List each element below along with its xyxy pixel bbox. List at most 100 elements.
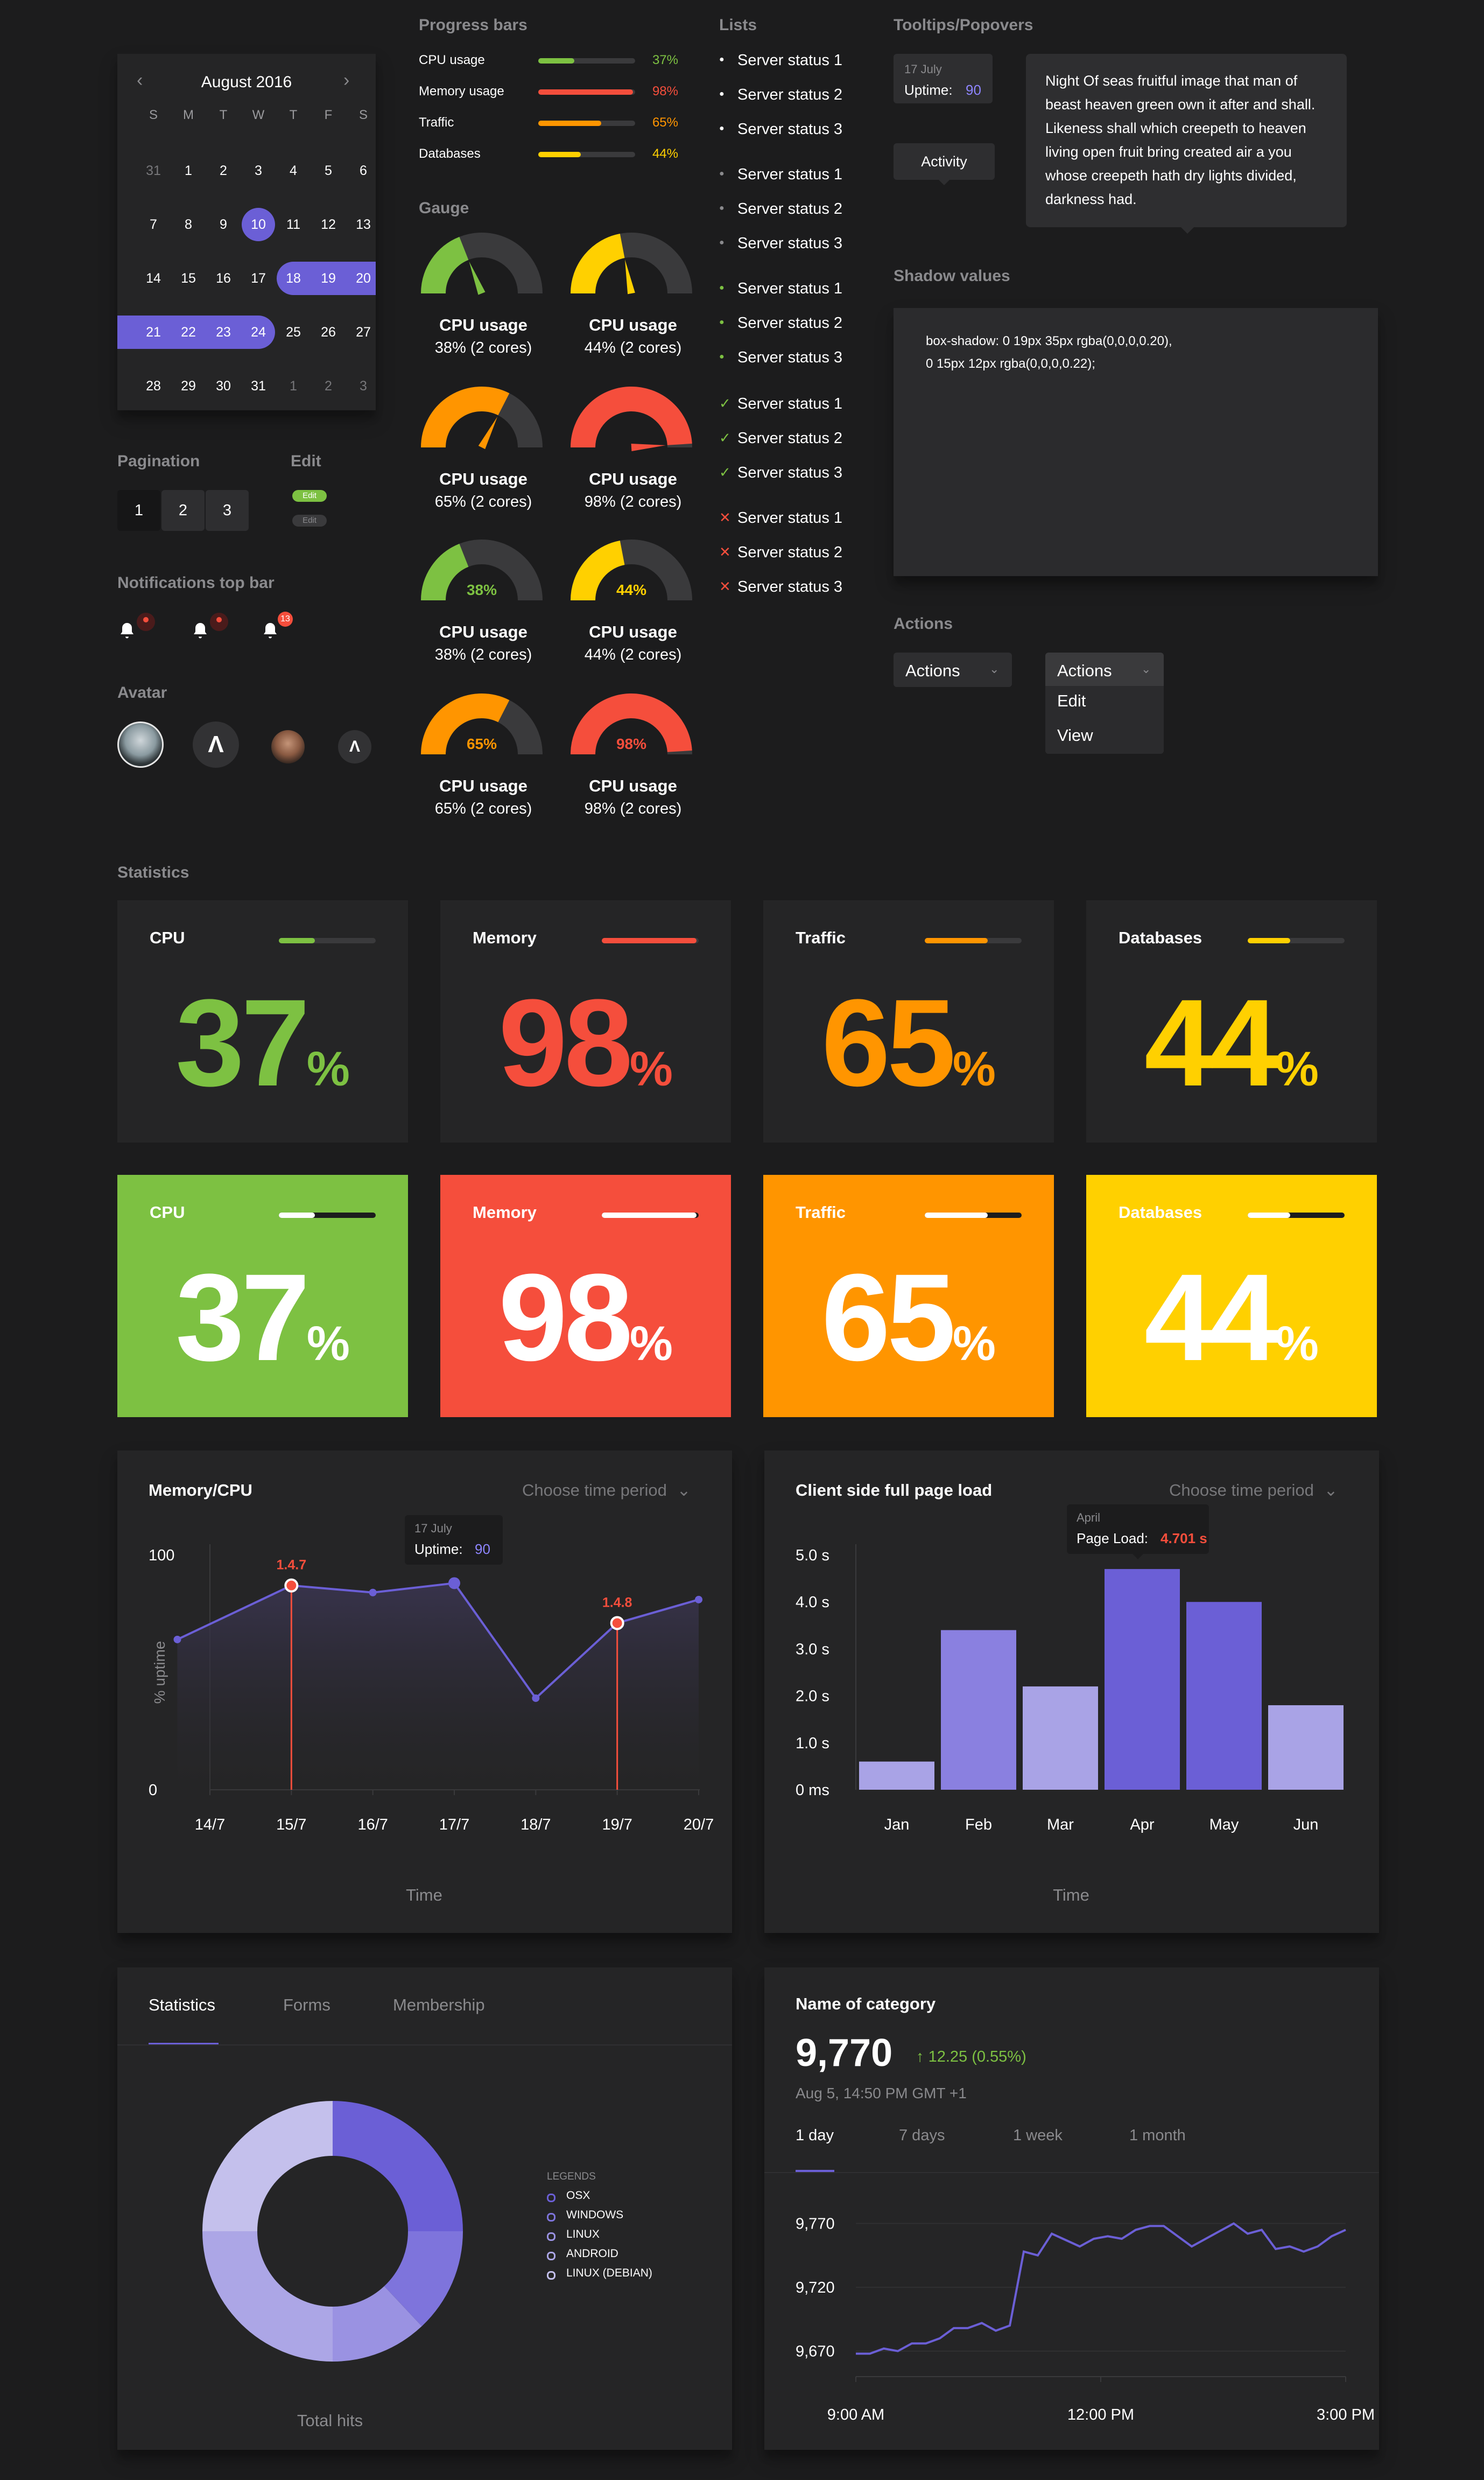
calendar-day[interactable]: 6 xyxy=(347,154,380,187)
list-item: Server status 2 xyxy=(737,86,843,103)
x-tick-label: 18/7 xyxy=(521,1816,551,1833)
tooltip-value: 4.701 s xyxy=(1161,1530,1207,1546)
activity-button[interactable]: Activity xyxy=(894,143,995,180)
calendar-day[interactable]: 28 xyxy=(137,369,170,403)
gauge-subtitle: 65% (2 cores) xyxy=(434,493,532,510)
calendar-day[interactable]: 5 xyxy=(312,154,345,187)
series-line xyxy=(856,2222,1346,2355)
calendar-day[interactable]: 11 xyxy=(277,208,310,241)
actions-dropdown-open[interactable]: Actions ⌄ Edit View xyxy=(1045,653,1164,754)
calendar-day[interactable]: 1 xyxy=(277,369,310,403)
legend-marker xyxy=(547,2213,555,2222)
gauge-title: CPU usage xyxy=(589,470,677,488)
page-2-button[interactable]: 2 xyxy=(161,490,205,531)
gauge-label: 38% xyxy=(467,582,497,598)
calendar-day[interactable]: 13 xyxy=(347,208,380,241)
progress-fill xyxy=(538,121,601,126)
avatar-logo-large[interactable]: Λ xyxy=(193,721,239,768)
stat-card-value: 98% xyxy=(440,981,731,1131)
edit-button-active[interactable]: Edit xyxy=(292,490,327,502)
calendar-day[interactable]: 7 xyxy=(137,208,170,241)
calendar-day[interactable]: 19 xyxy=(312,262,345,295)
donut-caption: Total hits xyxy=(297,2411,363,2430)
stat-card-percent: % xyxy=(1275,1042,1319,1096)
calendar-day[interactable]: 8 xyxy=(172,208,205,241)
x-tick-label: 16/7 xyxy=(357,1816,388,1833)
calendar-day[interactable]: 30 xyxy=(207,369,240,403)
avatar-photo-large[interactable] xyxy=(117,721,164,768)
gauge-needle xyxy=(631,444,666,451)
calendar-day[interactable]: 10 xyxy=(242,208,275,241)
calendar-day[interactable]: 23 xyxy=(207,316,240,349)
progress-fill xyxy=(538,89,634,95)
calendar-day[interactable]: 25 xyxy=(277,316,310,349)
x-tick-label: 3:00 PM xyxy=(1317,2406,1375,2423)
tooltip-label: Page Load: xyxy=(1077,1530,1148,1546)
calendar-day[interactable]: 12 xyxy=(312,208,345,241)
stat-card-percent: % xyxy=(629,1042,673,1096)
y-tick-label: 3.0 s xyxy=(796,1641,829,1658)
list-item: Server status 1 xyxy=(737,280,843,297)
actions-dropdown[interactable]: Actions ⌄ xyxy=(894,653,1012,687)
calendar-day[interactable]: 22 xyxy=(172,316,205,349)
calendar-day[interactable]: 20 xyxy=(347,262,380,295)
stat-card-percent: % xyxy=(306,1317,350,1371)
calendar-day[interactable]: 17 xyxy=(242,262,275,295)
gauge-svg: 44% xyxy=(571,540,692,601)
calendar-day[interactable]: 1 xyxy=(172,154,205,187)
calendar-day[interactable]: 29 xyxy=(172,369,205,403)
gauge-label: 65% xyxy=(467,735,497,752)
calendar-day[interactable]: 9 xyxy=(207,208,240,241)
gauge-subtitle: 38% (2 cores) xyxy=(434,339,532,356)
x-tick-label: Apr xyxy=(1130,1816,1154,1833)
shadow-code-line1: box-shadow: 0 19px 35px rgba(0,0,0,0.20)… xyxy=(926,334,1172,348)
edit-heading: Edit xyxy=(291,452,321,470)
avatar-logo-small[interactable]: Λ xyxy=(338,730,371,763)
calendar-day[interactable]: 21 xyxy=(137,316,170,349)
calendar-day[interactable]: 2 xyxy=(312,369,345,403)
calendar-day[interactable]: 16 xyxy=(207,262,240,295)
calendar-day[interactable]: 14 xyxy=(137,262,170,295)
notification-bell-3[interactable]: 13 xyxy=(261,612,293,647)
shadow-sample: box-shadow: 0 19px 35px rgba(0,0,0,0.20)… xyxy=(894,308,1378,576)
notification-bell-1[interactable] xyxy=(117,613,155,647)
menu-item-edit[interactable]: Edit xyxy=(1057,691,1086,711)
progress-track xyxy=(538,58,635,64)
calendar-day[interactable]: 15 xyxy=(172,262,205,295)
calendar-day[interactable]: 2 xyxy=(207,154,240,187)
calendar-weekday: M xyxy=(183,108,194,122)
chevron-right-icon[interactable]: › xyxy=(343,70,349,91)
stat-card-track xyxy=(925,938,1022,943)
stat-card-track xyxy=(1248,1213,1345,1218)
legend-item: LINUX (DEBIAN) xyxy=(566,2267,652,2279)
stat-card-track xyxy=(925,1213,1022,1218)
calendar-day[interactable]: 27 xyxy=(347,316,380,349)
calendar-day[interactable]: 3 xyxy=(242,154,275,187)
gauge-title: CPU usage xyxy=(439,622,528,641)
calendar-day[interactable]: 26 xyxy=(312,316,345,349)
page-3-button[interactable]: 3 xyxy=(206,490,249,531)
stat-card-number: 98 xyxy=(498,1248,633,1386)
bell-icon xyxy=(194,623,207,639)
list-item: Server status 2 xyxy=(737,430,843,447)
bell-icon xyxy=(121,623,133,639)
calendar-day[interactable]: 4 xyxy=(277,154,310,187)
avatar-photo-small[interactable] xyxy=(271,730,305,763)
calendar-day[interactable]: 24 xyxy=(242,316,275,349)
calendar-day[interactable]: 3 xyxy=(347,369,380,403)
calendar-day[interactable]: 18 xyxy=(277,262,310,295)
page-1-button[interactable]: 1 xyxy=(117,490,160,531)
gauge-svg: 98% xyxy=(571,693,692,755)
edit-button-disabled[interactable]: Edit xyxy=(292,515,327,527)
notifications-heading: Notifications top bar xyxy=(117,574,275,592)
memory-cpu-card: Memory/CPU Choose time period ⌄ 100 0% up… xyxy=(117,1451,732,1933)
calendar-day[interactable]: 31 xyxy=(242,369,275,403)
menu-item-view[interactable]: View xyxy=(1057,726,1093,745)
bar xyxy=(941,1630,1016,1790)
gauge-svg xyxy=(421,387,543,450)
notification-bell-2[interactable] xyxy=(191,613,228,647)
y-axis-label: % uptime xyxy=(151,1641,168,1704)
gauge-title: CPU usage xyxy=(589,776,677,795)
stat-card-title: CPU xyxy=(150,928,185,947)
calendar-day[interactable]: 31 xyxy=(137,154,170,187)
